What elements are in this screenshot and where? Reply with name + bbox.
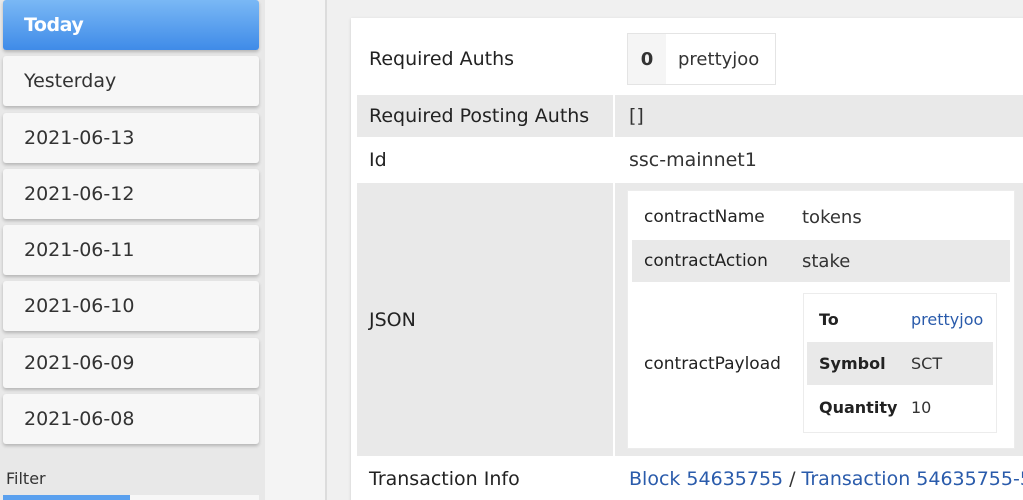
payload-symbol-key: Symbol bbox=[807, 342, 897, 385]
contract-payload-key: contractPayload bbox=[644, 354, 781, 374]
json-label: JSON bbox=[357, 183, 613, 456]
day-button[interactable]: 2021-06-10 bbox=[3, 281, 259, 331]
contract-name-value: tokens bbox=[802, 206, 862, 228]
payload-quantity-value: 10 bbox=[911, 398, 932, 417]
payload-to-value: prettyjoo bbox=[897, 298, 993, 341]
auth-index: 0 bbox=[628, 34, 666, 84]
payload-table: To prettyjoo Symbol SCT Quantity 10 bbox=[804, 294, 996, 432]
contract-name-key: contractName bbox=[644, 207, 765, 227]
json-row-contract-action: contractAction stake bbox=[632, 240, 1010, 282]
auth-entry: 0 prettyjoo bbox=[627, 33, 777, 85]
day-button-yesterday[interactable]: Yesterday bbox=[3, 56, 259, 106]
day-button[interactable]: 2021-06-08 bbox=[3, 394, 259, 444]
row-id: Id ssc-mainnet1 bbox=[357, 139, 1023, 181]
payload-row-quantity: Quantity 10 bbox=[807, 386, 993, 429]
payload-row-symbol: Symbol SCT bbox=[807, 342, 993, 385]
payload-to-key: To bbox=[819, 310, 839, 329]
day-button[interactable]: 2021-06-13 bbox=[3, 113, 259, 163]
row-required-auths: Required Auths 0 prettyjoo bbox=[357, 33, 1023, 85]
contract-action-key: contractAction bbox=[632, 240, 792, 282]
row-transaction-info: Transaction Info Block 54635755 / Transa… bbox=[357, 458, 1023, 500]
payload-quantity-key: Quantity bbox=[819, 398, 898, 417]
contract-action-value: stake bbox=[792, 240, 1010, 282]
auth-account: prettyjoo bbox=[678, 48, 760, 70]
link-separator: / bbox=[789, 468, 796, 490]
day-button-today[interactable]: Today bbox=[3, 0, 259, 50]
day-button[interactable]: 2021-06-09 bbox=[3, 338, 259, 388]
payload-row-to: To prettyjoo bbox=[807, 298, 993, 341]
filter-toggle-active bbox=[3, 495, 130, 500]
required-posting-auths-label: Required Posting Auths bbox=[357, 95, 613, 137]
filter-toggle[interactable] bbox=[3, 495, 259, 500]
id-label: Id bbox=[369, 149, 387, 171]
required-auths-value: 0 prettyjoo bbox=[615, 33, 1023, 85]
day-sidebar: Today Yesterday 2021-06-13 2021-06-12 20… bbox=[0, 0, 265, 500]
day-button[interactable]: 2021-06-12 bbox=[3, 169, 259, 219]
page: Today Yesterday 2021-06-13 2021-06-12 20… bbox=[0, 0, 1023, 500]
filter-label: Filter bbox=[6, 469, 46, 488]
day-button[interactable]: 2021-06-11 bbox=[3, 225, 259, 275]
required-auths-label: Required Auths bbox=[369, 48, 515, 70]
gutter bbox=[265, 0, 325, 500]
transaction-info-label: Transaction Info bbox=[369, 468, 520, 490]
account-link[interactable]: prettyjoo bbox=[911, 310, 983, 329]
transaction-info-value: Block 54635755 / Transaction 54635755-5 bbox=[615, 458, 1023, 500]
required-posting-auths-value: [] bbox=[615, 95, 1023, 137]
json-row-contract-name: contractName tokens bbox=[632, 196, 1010, 238]
row-required-posting-auths: Required Posting Auths [] bbox=[357, 95, 1023, 137]
transaction-link[interactable]: Transaction 54635755-5 bbox=[802, 468, 1023, 490]
block-link[interactable]: Block 54635755 bbox=[629, 468, 783, 490]
payload-symbol-value: SCT bbox=[897, 342, 993, 385]
id-value: ssc-mainnet1 bbox=[629, 149, 757, 171]
